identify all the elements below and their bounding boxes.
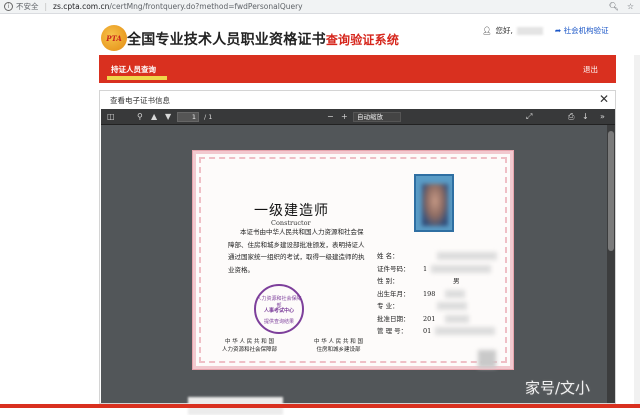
sidebar-toggle-icon[interactable]: ◫ <box>107 112 115 122</box>
field-row: 专 业： <box>377 300 493 313</box>
certificate-title: 一级建造师 <box>254 203 329 219</box>
seal-bottom-text: 提供查询结果 <box>263 319 294 325</box>
seal-middle-text: 人事考试中心 <box>263 308 294 314</box>
issuer-left-line1: 中 华 人 民 共 和 国 <box>225 339 274 345</box>
more-tools-icon[interactable]: » <box>600 112 605 122</box>
info-icon[interactable]: i <box>4 2 13 11</box>
certificate-modal: 查看电子证书信息 ✕ ◫ ⚲ ▲ ▼ 1 / 1 − + 自动缩放 ⤢ ⎙ ↓ … <box>99 90 616 415</box>
pdf-toolbar: ◫ ⚲ ▲ ▼ 1 / 1 − + 自动缩放 ⤢ ⎙ ↓ » <box>101 109 615 125</box>
modal-title: 查看电子证书信息 <box>110 96 170 105</box>
page-total: / 1 <box>204 113 213 121</box>
site-title-main: 全国专业技术人员职业资格证书 <box>127 32 326 48</box>
field-row: 性 别：男 <box>377 277 460 285</box>
field-row: 管 理 号： 01 <box>377 325 495 338</box>
zoom-in-icon[interactable]: + <box>341 112 348 122</box>
logo: PTA <box>101 25 127 51</box>
field-row: 批准日期： 201 <box>377 313 493 326</box>
star-icon[interactable]: ☆ <box>627 2 634 11</box>
certificate-body-text: 本证书由中华人民共和国人力资源和社会保障部、住房和城乡建设部批准颁发，表明持证人… <box>228 228 365 274</box>
next-page-icon[interactable]: ▼ <box>165 112 171 122</box>
download-icon[interactable]: ↓ <box>582 112 589 122</box>
url-field[interactable]: zs.cpta.com.cn/certMng/frontquery.do?met… <box>53 2 303 11</box>
field-row: 证件号码： 1 <box>377 263 493 276</box>
issuer-left: 中 华 人 民 共 和 国 人力资源和社会保障部 <box>222 338 277 354</box>
user-icon: 👤︎ <box>482 26 492 35</box>
zoom-select[interactable]: 自动缩放 <box>353 112 401 122</box>
security-label: 不安全 <box>16 2 39 11</box>
page-number-input[interactable]: 1 <box>177 112 199 122</box>
site-title: 全国专业技术人员职业资格证书查询验证系统 <box>127 29 399 49</box>
certificate-page: 一级建造师 Constructor 本证书由中华人民共和国人力资源和社会保障部、… <box>192 150 514 370</box>
holder-fields: 姓 名： 证件号码： 1 性 别：男 出生年月： 198 专 业： 批准日期： 201… <box>377 250 497 338</box>
redacted-block <box>478 350 496 368</box>
issuer-right-line2: 住房和城乡建设部 <box>316 347 361 353</box>
user-bar: 👤︎ 您好, ➦ 社会机构验证 <box>482 25 609 36</box>
url-host: zs.cpta.com.cn <box>53 2 110 11</box>
field-row: 出生年月： 198 <box>377 288 493 301</box>
site-title-suffix: 查询验证系统 <box>325 33 400 47</box>
browser-actions: 🔍︎ ☆ <box>609 2 634 11</box>
watermark: 家号/文小 <box>525 379 591 397</box>
field-row: 姓 名： <box>377 250 497 263</box>
pdf-scrollbar-thumb[interactable] <box>608 131 614 251</box>
holder-photo <box>414 174 454 232</box>
blurred-face <box>422 184 448 226</box>
issuer-right: 中 华 人 民 共 和 国 住房和城乡建设部 <box>314 338 363 354</box>
redacted-username <box>516 26 543 35</box>
url-path: /certMng/frontquery.do?method=fwdPersona… <box>109 2 303 11</box>
greeting: 您好, <box>495 26 513 35</box>
browser-address-bar: i 不安全 | zs.cpta.com.cn/certMng/frontquer… <box>0 0 640 14</box>
tab-certificate-holder-query[interactable]: 持证人员查询 <box>111 64 156 75</box>
pdf-viewer: ◫ ⚲ ▲ ▼ 1 / 1 − + 自动缩放 ⤢ ⎙ ↓ » 一级建造师 Con… <box>101 109 615 415</box>
logo-text: PTA <box>106 33 122 43</box>
issuer-right-line1: 中 华 人 民 共 和 国 <box>314 339 363 345</box>
pdf-scrollbar[interactable] <box>607 125 615 403</box>
zoom-out-icon[interactable]: − <box>327 112 334 122</box>
official-seal: 人力资源和社会保障部 人事考试中心 提供查询结果 <box>254 284 304 334</box>
institution-verify-link[interactable]: ➦ 社会机构验证 <box>555 25 609 36</box>
fullscreen-icon[interactable]: ⤢ <box>526 112 532 122</box>
divider: | <box>44 2 48 11</box>
main-nav: 持证人员查询 退出 <box>99 55 616 83</box>
previous-page-icon[interactable]: ▲ <box>151 112 157 122</box>
issuer-left-line2: 人力资源和社会保障部 <box>222 347 278 353</box>
print-icon[interactable]: ⎙ <box>568 112 574 122</box>
page-scrollbar[interactable] <box>634 15 640 404</box>
footer-bar <box>0 404 640 408</box>
close-icon[interactable]: ✕ <box>599 92 609 106</box>
search-icon[interactable]: 🔍︎ <box>609 2 619 11</box>
logout-link[interactable]: 退出 <box>583 64 598 75</box>
search-icon[interactable]: ⚲ <box>137 112 143 122</box>
active-tab-indicator <box>107 76 167 80</box>
